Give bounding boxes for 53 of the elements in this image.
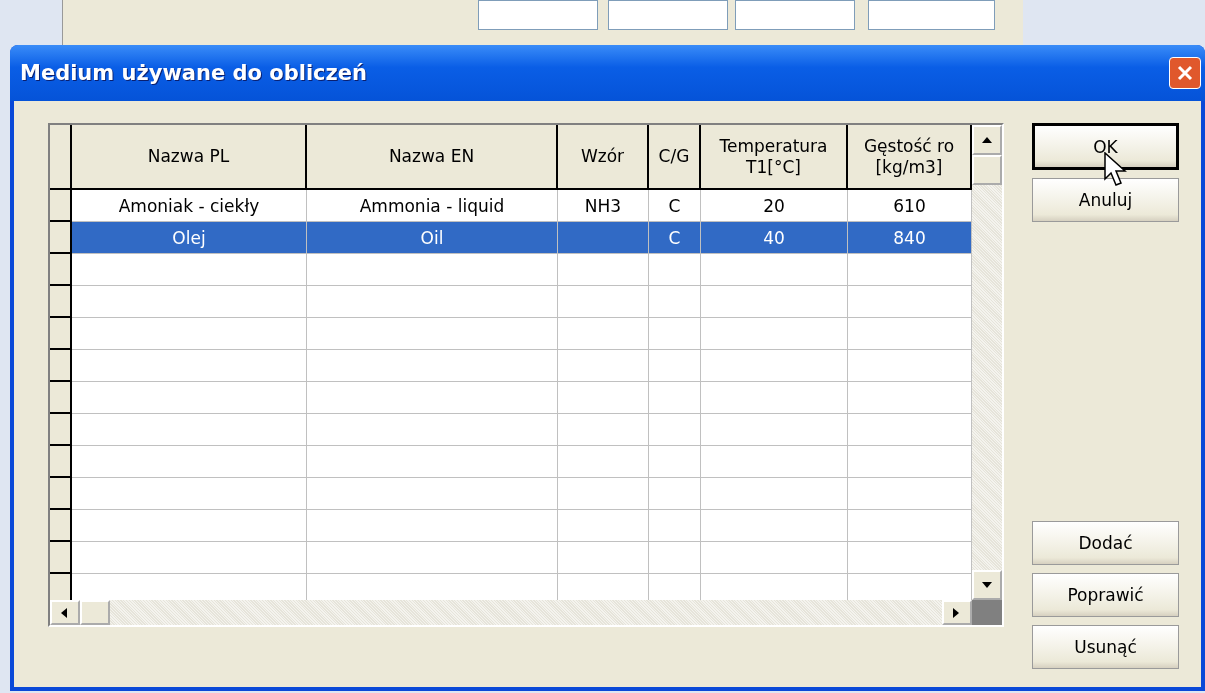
close-button[interactable] <box>1169 57 1201 89</box>
close-icon <box>1176 64 1194 82</box>
table-cell <box>649 318 701 350</box>
table-cell: NH3 <box>558 190 649 222</box>
table-cell: Oil <box>307 222 558 254</box>
row-header[interactable] <box>50 414 72 446</box>
row-header[interactable] <box>50 574 72 600</box>
table-cell <box>649 350 701 382</box>
table-cell <box>649 414 701 446</box>
table-cell <box>649 382 701 414</box>
row-header[interactable] <box>50 382 72 414</box>
table-cell: Olej <box>72 222 307 254</box>
column-header[interactable]: Nazwa PL <box>72 125 307 190</box>
row-header[interactable] <box>50 350 72 382</box>
mouse-cursor-icon <box>1104 152 1128 188</box>
table-cell <box>649 542 701 574</box>
row-header[interactable] <box>50 190 72 222</box>
table-cell <box>649 286 701 318</box>
column-header[interactable]: Nazwa EN <box>307 125 558 190</box>
table-cell <box>649 254 701 286</box>
row-header[interactable] <box>50 286 72 318</box>
row-header[interactable] <box>50 446 72 478</box>
table-cell: 840 <box>848 222 972 254</box>
scroll-thumb[interactable] <box>80 600 110 625</box>
row-header[interactable] <box>50 318 72 350</box>
dialog-button[interactable]: Usunąć <box>1032 625 1179 669</box>
column-header[interactable]: C/G <box>649 125 701 190</box>
dialog-button[interactable]: Anuluj <box>1032 178 1179 222</box>
table-cell: Ammonia - liquid <box>307 190 558 222</box>
table-cell: 40 <box>701 222 848 254</box>
table-cell: 610 <box>848 190 972 222</box>
dialog-button[interactable]: Dodać <box>1032 521 1179 565</box>
table-cell <box>649 478 701 510</box>
column-header[interactable]: Wzór <box>558 125 649 190</box>
table-cell <box>649 446 701 478</box>
scroll-thumb[interactable] <box>972 155 1002 185</box>
row-header[interactable] <box>50 254 72 286</box>
dialog-button[interactable]: Poprawić <box>1032 573 1179 617</box>
table-cell: Amoniak - ciekły <box>72 190 307 222</box>
table-cell: 20 <box>701 190 848 222</box>
row-header[interactable] <box>50 478 72 510</box>
row-header[interactable] <box>50 542 72 574</box>
table-cell: C <box>649 190 701 222</box>
table-cell: C <box>649 222 701 254</box>
column-header[interactable]: Temperatura T1[°C] <box>701 125 848 190</box>
row-header[interactable] <box>50 222 72 254</box>
window-title: Medium używane do obliczeń <box>20 61 367 85</box>
horizontal-scrollbar[interactable] <box>50 600 972 625</box>
row-header[interactable] <box>50 510 72 542</box>
column-header[interactable]: Gęstość ro [kg/m3] <box>848 125 972 190</box>
vertical-scrollbar[interactable] <box>972 125 1002 600</box>
table-cell <box>649 510 701 542</box>
dialog-button[interactable]: OK <box>1032 123 1179 170</box>
